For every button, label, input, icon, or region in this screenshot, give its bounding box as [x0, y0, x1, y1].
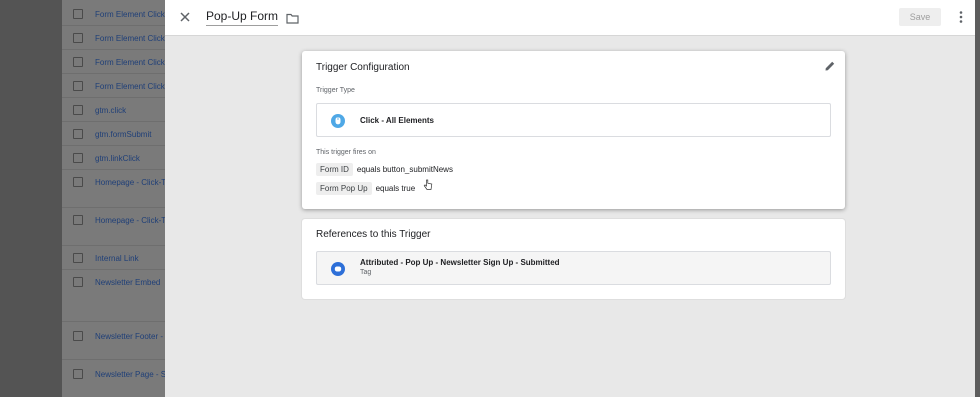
list-item: gtm.linkClick: [62, 146, 172, 170]
checkbox: [73, 369, 83, 379]
card-title: Trigger Configuration: [316, 62, 410, 73]
list-item-label: Newsletter Footer -: [95, 332, 164, 341]
list-item-label: Internal Link: [95, 254, 139, 263]
list-item: Newsletter Embed: [62, 270, 172, 322]
list-item: gtm.formSubmit: [62, 122, 172, 146]
list-item: Homepage - Click-T: [62, 208, 172, 246]
more-vert-icon[interactable]: [955, 10, 967, 24]
condition-row: Form Pop Up equals true: [316, 180, 416, 196]
list-item-label: Form Element Click: [95, 58, 165, 67]
click-trigger-icon: [331, 114, 345, 128]
list-item-label: gtm.formSubmit: [95, 130, 152, 139]
fires-on-label: This trigger fires on: [316, 149, 376, 156]
list-item: gtm.click: [62, 98, 172, 122]
list-item: Form Element Click: [62, 50, 172, 74]
list-item-label: gtm.linkClick: [95, 154, 140, 163]
checkbox: [73, 33, 83, 43]
trigger-configuration-card[interactable]: Trigger Configuration Trigger Type Click…: [302, 51, 845, 209]
list-item: Newsletter Page - S: [62, 360, 172, 397]
condition-row: Form ID equals button_submitNews: [316, 161, 453, 177]
trigger-type-name: Click - All Elements: [360, 116, 434, 125]
list-item: Internal Link: [62, 246, 172, 270]
checkbox: [73, 105, 83, 115]
checkbox: [73, 9, 83, 19]
save-button[interactable]: Save: [899, 8, 941, 26]
condition-rule: equals button_submitNews: [356, 165, 453, 175]
folder-icon[interactable]: [286, 11, 299, 24]
checkbox: [73, 331, 83, 341]
condition-variable: Form ID: [316, 163, 353, 177]
trigger-name-input[interactable]: Pop-Up Form: [206, 9, 279, 26]
checkbox: [73, 153, 83, 163]
reference-type: Tag: [360, 269, 372, 276]
card-title: References to this Trigger: [316, 229, 431, 240]
list-item-label: Newsletter Embed: [95, 278, 161, 287]
pencil-icon[interactable]: [824, 59, 836, 71]
list-item: Form Element Click: [62, 2, 172, 26]
checkbox: [73, 177, 83, 187]
background-trigger-list: Form Element Click Form Element Click Fo…: [62, 0, 172, 397]
list-item-label: Homepage - Click-T: [95, 216, 167, 225]
condition-rule: equals true: [375, 184, 416, 194]
hand-cursor-icon: [423, 178, 433, 190]
list-item-label: gtm.click: [95, 106, 127, 115]
checkbox: [73, 277, 83, 287]
list-item-label: Form Element Click: [95, 10, 165, 19]
list-item-label: Homepage - Click-T: [95, 178, 167, 187]
list-item: Form Element Click: [62, 26, 172, 50]
references-card: References to this Trigger Attributed - …: [302, 219, 845, 299]
checkbox: [73, 81, 83, 91]
list-item-label: Form Element Click: [95, 34, 165, 43]
checkbox: [73, 215, 83, 225]
background-gutter: [0, 0, 62, 397]
checkbox: [73, 57, 83, 67]
list-item: Newsletter Footer -: [62, 322, 172, 360]
list-item: Homepage - Click-T: [62, 170, 172, 208]
checkbox: [73, 253, 83, 263]
list-item-label: Newsletter Page - S: [95, 370, 167, 379]
checkbox: [73, 129, 83, 139]
tag-icon: [331, 262, 345, 276]
condition-variable: Form Pop Up: [316, 182, 372, 196]
reference-item[interactable]: Attributed - Pop Up - Newsletter Sign Up…: [316, 251, 831, 285]
trigger-type-box[interactable]: Click - All Elements: [316, 103, 831, 137]
list-item: Form Element Click: [62, 74, 172, 98]
trigger-type-label: Trigger Type: [316, 87, 355, 94]
sheet-header: Pop-Up Form Save: [165, 0, 975, 36]
list-item-label: Form Element Click: [95, 82, 165, 91]
close-icon[interactable]: [177, 9, 193, 25]
reference-name: Attributed - Pop Up - Newsletter Sign Up…: [360, 258, 560, 267]
